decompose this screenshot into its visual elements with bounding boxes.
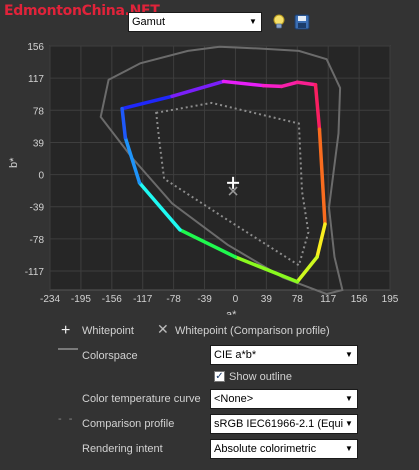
gamut-segment — [261, 83, 284, 89]
dashed-line-icon: - - — [58, 413, 75, 425]
gamut-chart: 156 117 78 39 0 -39 -78 -117 -234 -195 -156 -117 -7… — [8, 42, 399, 315]
x-tick-label: -117 — [133, 294, 153, 305]
y-tick-label: 156 — [27, 42, 44, 53]
comparison-profile-row: - - Comparison profile sRGB IEC61966-2.1… — [0, 413, 419, 434]
chevron-down-icon: ▼ — [343, 418, 355, 430]
color-temperature-select[interactable]: <None> ▼ — [210, 389, 358, 409]
y-tick-labels: 156 117 78 39 0 -39 -78 -117 — [25, 42, 45, 278]
chevron-down-icon: ▼ — [249, 17, 257, 26]
comparison-profile-select-value: sRGB IEC61966-2.1 (Equiv — [214, 418, 349, 430]
plus-icon: + — [61, 322, 71, 339]
cross-icon: ✕ — [157, 321, 169, 337]
whitepoint-comparison-label: Whitepoint (Comparison profile) — [175, 325, 330, 337]
y-tick-label: 0 — [38, 171, 44, 182]
x-tick-label: 78 — [292, 294, 304, 305]
gamut-segment — [295, 80, 318, 87]
x-tick-label: 0 — [233, 294, 239, 305]
y-tick-label: -39 — [30, 203, 45, 214]
x-tick-label: 156 — [351, 294, 368, 305]
chevron-down-icon: ▼ — [345, 394, 353, 403]
y-tick-label: 39 — [33, 138, 45, 149]
rendering-intent-row: Rendering intent Absolute colorimetric ▼ — [0, 438, 419, 459]
y-axis-label: b* — [8, 157, 20, 168]
colorspace-select-value: CIE a*b* — [214, 349, 257, 361]
y-tick-label: -117 — [25, 267, 45, 278]
x-tick-label: -234 — [40, 294, 60, 305]
x-tick-label: -39 — [197, 294, 212, 305]
colorspace-row: Colorspace CIE a*b* ▼ — [0, 345, 419, 365]
whitepoint-label: Whitepoint — [82, 325, 134, 337]
show-outline-checkbox[interactable]: ✓ — [214, 371, 225, 382]
x-axis-label: a* — [226, 309, 237, 315]
chevron-down-icon: ▼ — [345, 444, 353, 453]
x-tick-label: 195 — [382, 294, 399, 305]
comparison-profile-select[interactable]: sRGB IEC61966-2.1 (Equiv ▼ — [210, 414, 358, 434]
show-outline-label: Show outline — [229, 371, 292, 383]
colorspace-label: Colorspace — [82, 350, 138, 362]
rendering-intent-select[interactable]: Absolute colorimetric ▼ — [210, 439, 358, 459]
mode-select-value: Gamut — [132, 16, 166, 28]
color-temperature-row: Color temperature curve <None> ▼ — [0, 388, 419, 409]
x-tick-label: 39 — [261, 294, 273, 305]
mode-select[interactable]: Gamut ▼ — [128, 12, 262, 32]
color-temperature-label: Color temperature curve — [82, 393, 201, 405]
x-tick-label: -195 — [71, 294, 91, 305]
solid-line-icon — [58, 348, 78, 350]
save-icon[interactable] — [293, 13, 311, 31]
comparison-profile-label: Comparison profile — [82, 418, 175, 430]
chevron-down-icon: ▼ — [345, 350, 353, 359]
y-tick-label: 78 — [33, 106, 45, 117]
x-tick-label: 117 — [320, 294, 336, 305]
color-temperature-select-value: <None> — [214, 393, 254, 405]
x-tick-label: -78 — [166, 294, 181, 305]
colorspace-select[interactable]: CIE a*b* ▼ — [210, 345, 358, 365]
bulb-icon[interactable] — [270, 13, 288, 31]
y-tick-label: -78 — [30, 235, 45, 246]
x-tick-label: -156 — [102, 294, 122, 305]
rendering-intent-label: Rendering intent — [82, 443, 163, 455]
y-tick-label: 117 — [28, 74, 44, 85]
x-tick-labels: -234 -195 -156 -117 -78 -39 0 39 78 117 156 195 — [40, 294, 399, 305]
rendering-intent-select-value: Absolute colorimetric — [214, 443, 317, 455]
legend-whitepoint-row: + Whitepoint ✕ Whitepoint (Comparison pr… — [0, 320, 419, 340]
